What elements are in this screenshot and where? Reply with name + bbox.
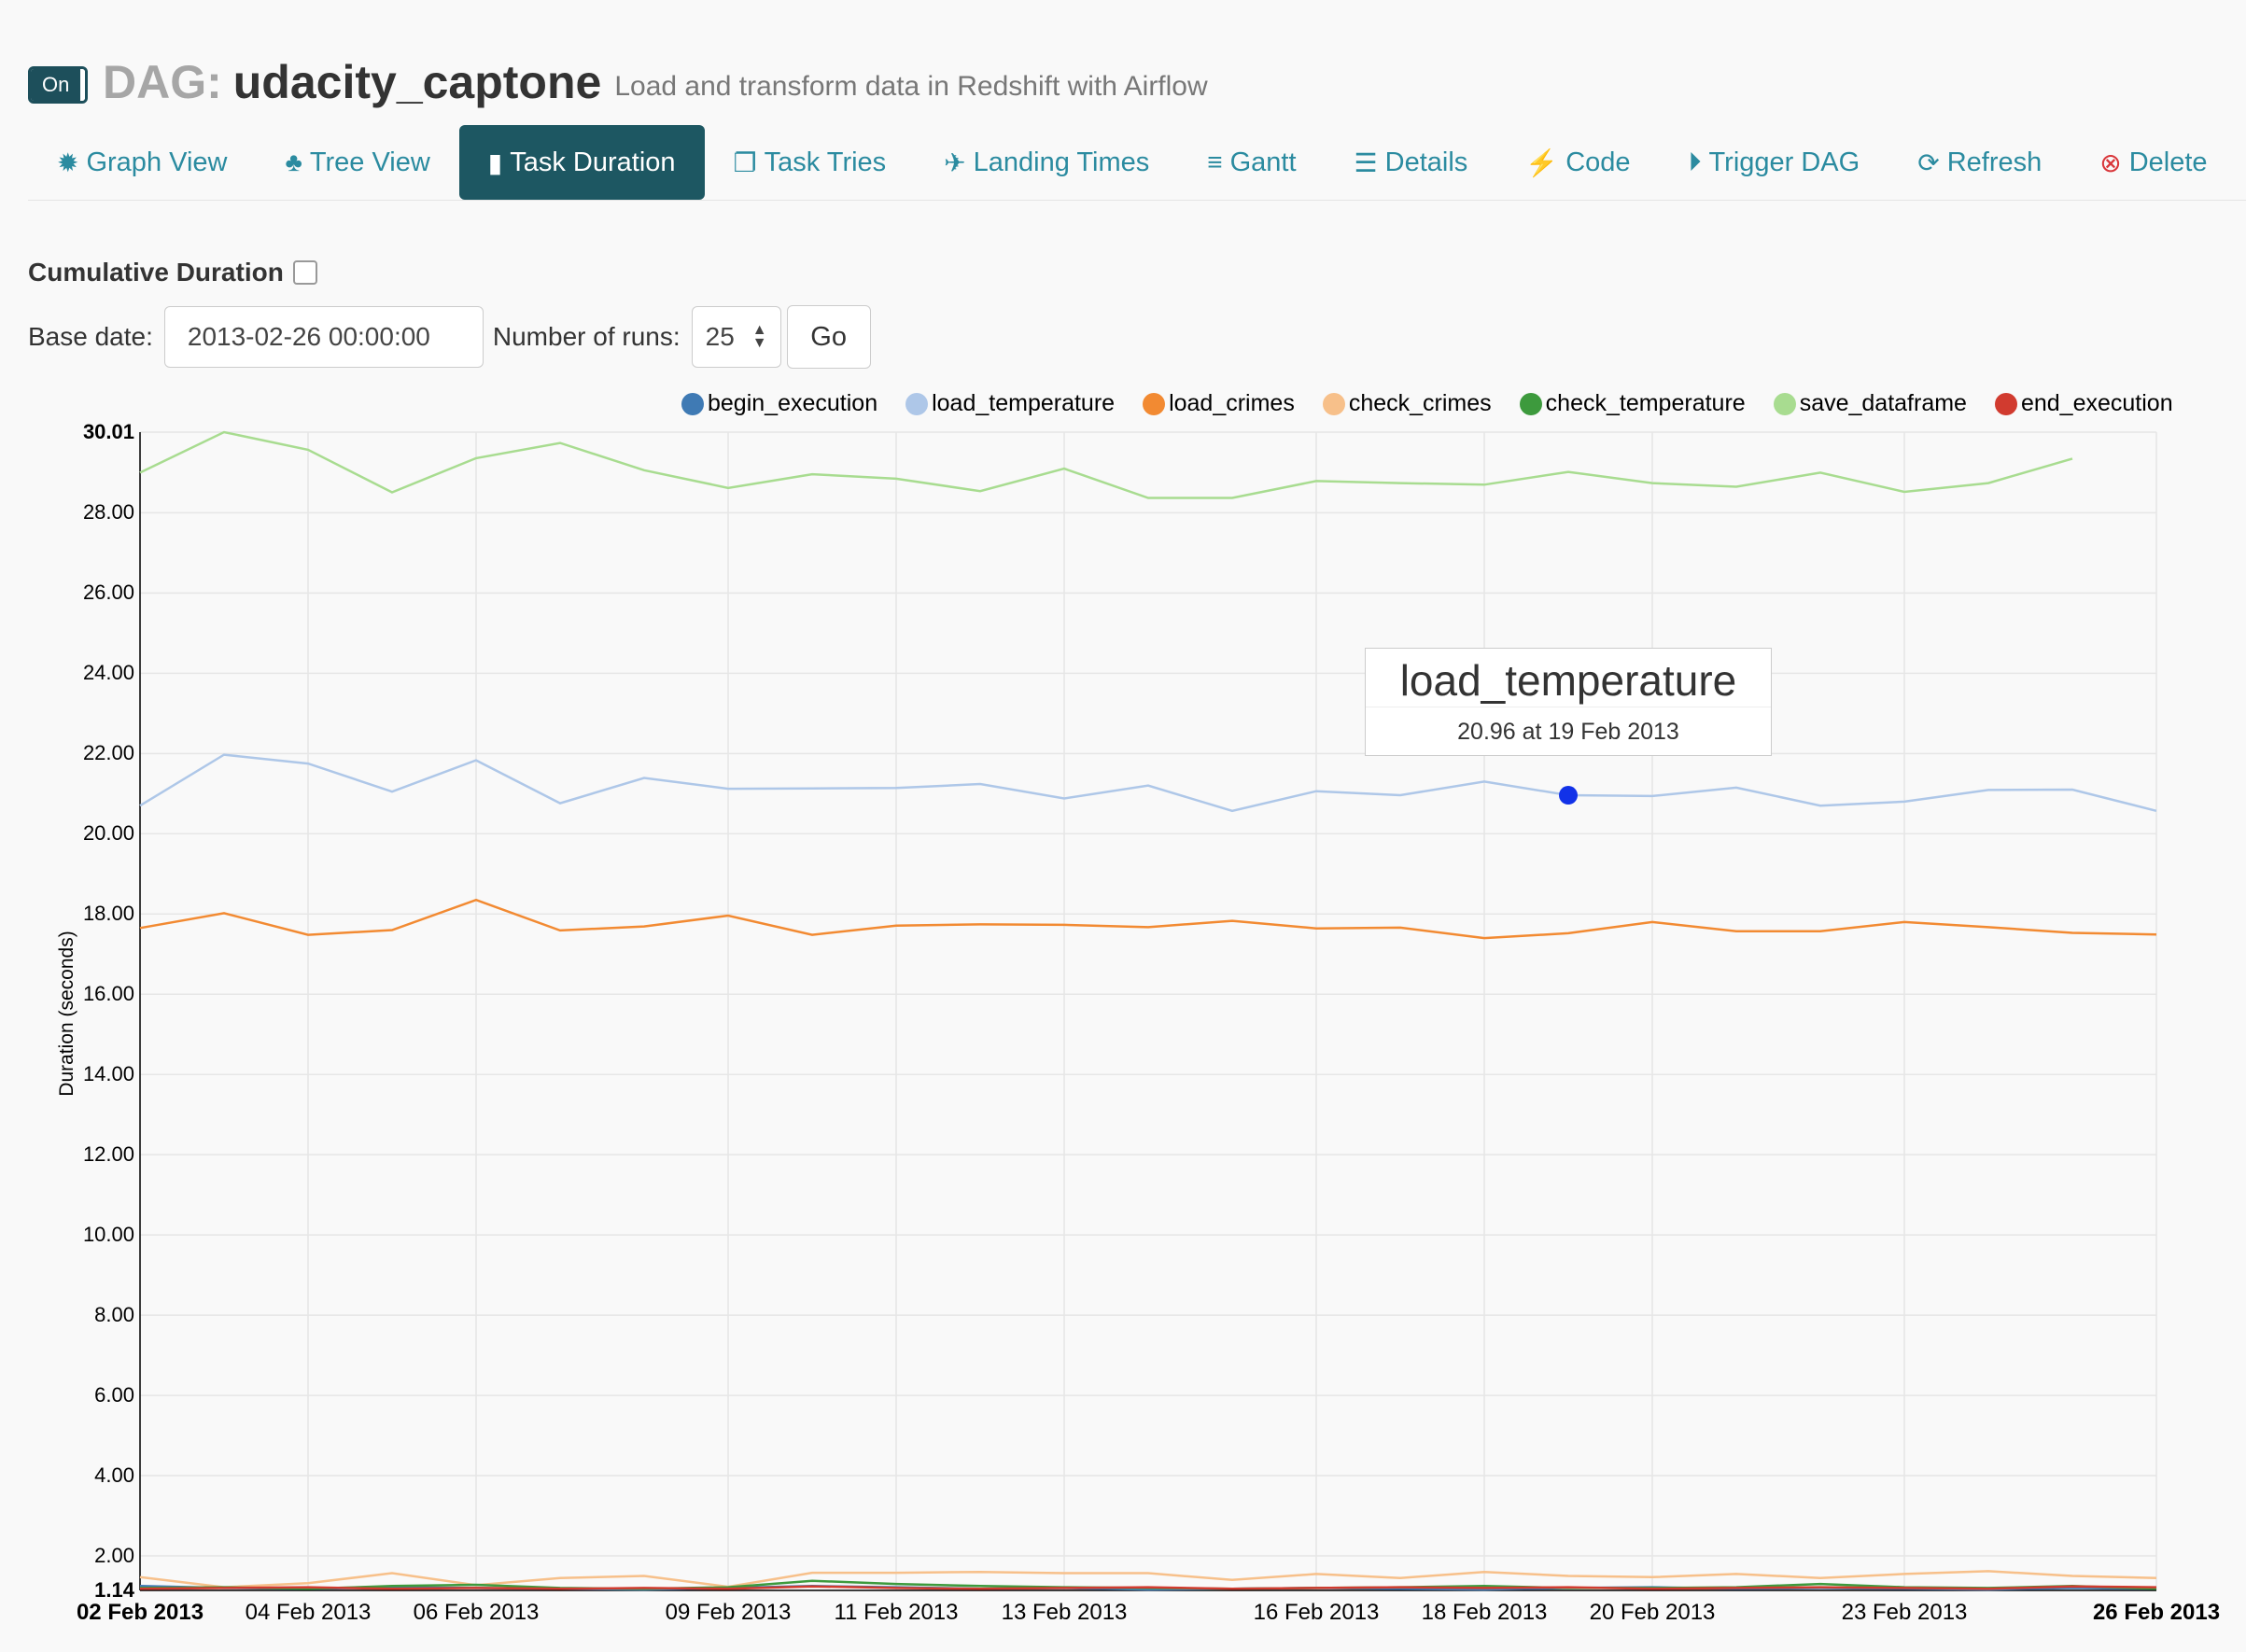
y-tick-label: 30.01 [82, 420, 134, 443]
y-axis-ticks: 1.14 2.00 4.00 6.00 8.00 10.00 12.00 14.00 16.00… [35, 420, 138, 1605]
chart-tooltip: load_temperature 20.96 at 19 Feb 2013 [1365, 648, 1772, 756]
y-tick-label: 16.00 [82, 982, 134, 1006]
x-tick-label: 09 Feb 2013 [665, 1600, 792, 1625]
y-tick-label: 22.00 [82, 741, 134, 765]
y-tick-label: 24.00 [82, 661, 134, 685]
y-tick-label: 10.00 [82, 1223, 134, 1247]
y-tick-label: 14.00 [82, 1062, 134, 1086]
x-tick-label: 20 Feb 2013 [1589, 1600, 1716, 1625]
y-tick-label: 6.00 [94, 1383, 134, 1407]
y-axis-title: Duration (seconds) [56, 931, 77, 1097]
tooltip-title: load_temperature [1366, 649, 1771, 707]
x-tick-label: 04 Feb 2013 [245, 1600, 372, 1625]
x-tick-label: 02 Feb 2013 [76, 1600, 204, 1625]
x-tick-label: 11 Feb 2013 [834, 1600, 959, 1625]
duration-chart [139, 430, 2157, 1591]
series-line-save-dataframe [139, 430, 2073, 499]
x-tick-label: 26 Feb 2013 [2092, 1600, 2221, 1625]
y-tick-label: 4.00 [94, 1463, 134, 1488]
x-tick-label: 16 Feb 2013 [1253, 1600, 1380, 1625]
x-tick-label: 23 Feb 2013 [1841, 1600, 1968, 1625]
y-tick-label: 12.00 [82, 1142, 134, 1167]
series-line-load-temperature [139, 753, 2157, 813]
series-line-load-crimes [139, 898, 2157, 940]
y-tick-label: 26.00 [82, 581, 134, 605]
y-tick-label: 8.00 [94, 1303, 134, 1327]
x-tick-label: 18 Feb 2013 [1421, 1600, 1548, 1625]
y-tick-label: 20.00 [82, 821, 134, 846]
y-tick-label: 18.00 [82, 902, 134, 926]
highlighted-point [1559, 786, 1578, 805]
x-tick-label: 13 Feb 2013 [1001, 1600, 1128, 1625]
y-tick-label: 28.00 [82, 500, 134, 525]
x-axis-ticks: 02 Feb 2013 04 Feb 2013 06 Feb 2013 09 Feb … [0, 1600, 2246, 1637]
y-tick-label: 2.00 [94, 1544, 134, 1568]
tooltip-value: 20.96 at 19 Feb 2013 [1457, 719, 1679, 745]
x-tick-label: 06 Feb 2013 [413, 1600, 540, 1625]
